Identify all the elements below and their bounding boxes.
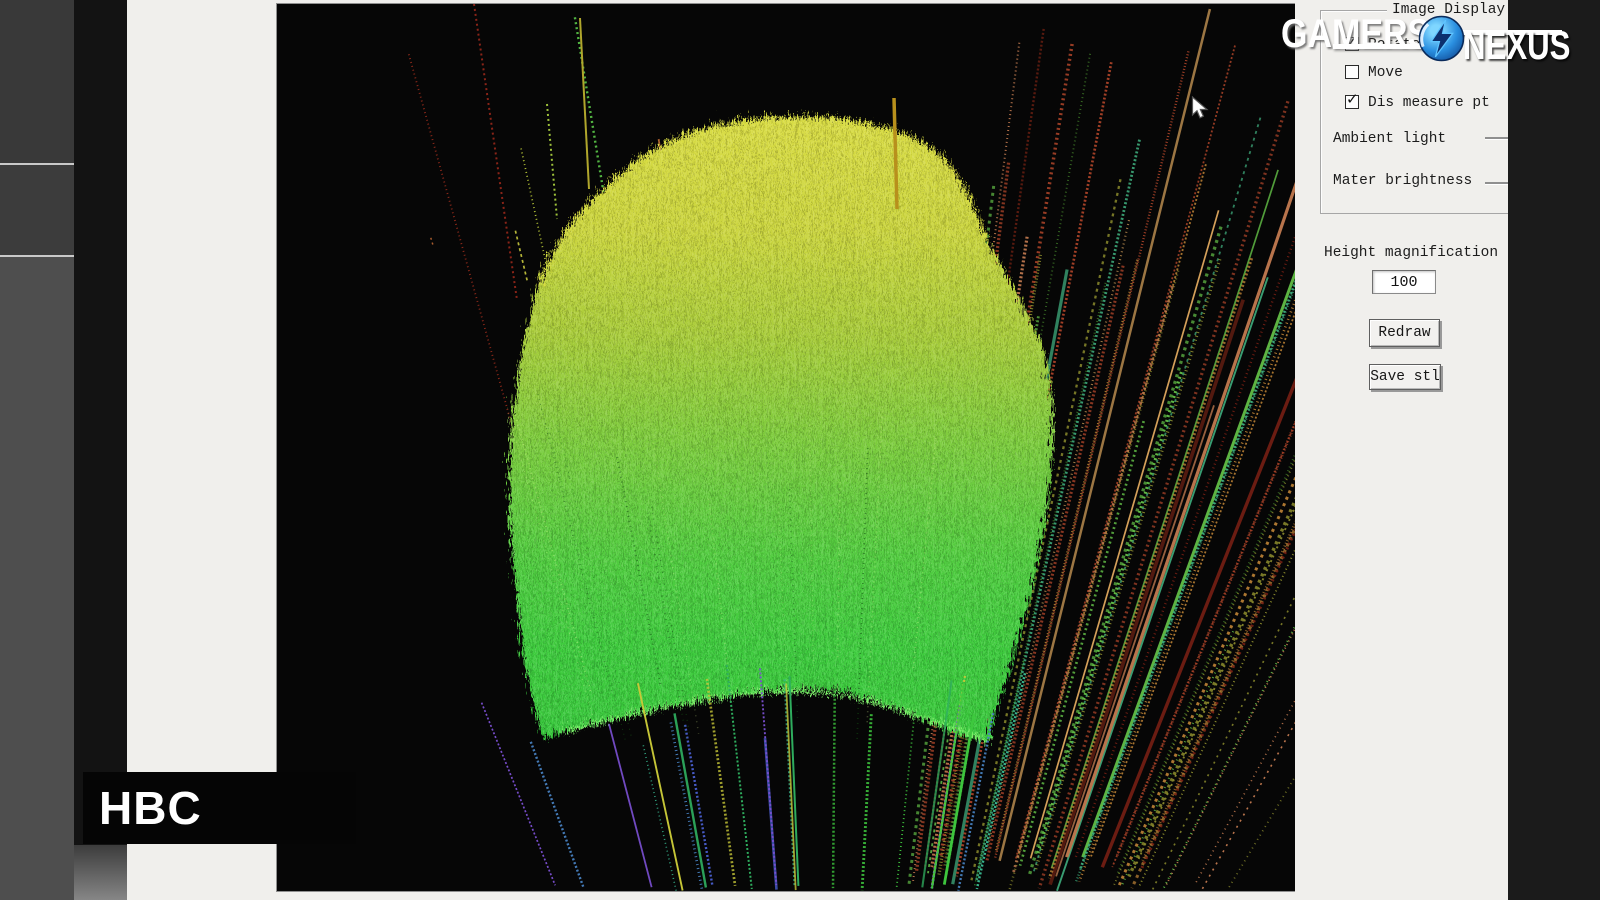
desktop-strip-fade — [74, 845, 127, 900]
desktop-left-section — [0, 0, 74, 163]
noise-spike — [547, 104, 557, 219]
groupbox-title: Image Display — [1387, 2, 1510, 18]
desktop-left-section — [0, 165, 74, 255]
move-checkbox[interactable] — [1345, 65, 1359, 79]
desktop-right-strip — [1508, 0, 1600, 900]
desktop-divider — [0, 255, 74, 257]
lower-third-badge: HBC — [83, 772, 356, 844]
desktop-left-column — [0, 0, 74, 900]
rotate-checkbox-label: Rotate — [1368, 37, 1420, 53]
redraw-button[interactable]: Redraw — [1369, 319, 1440, 347]
checkbox-check-icon: ✓ — [1346, 92, 1359, 107]
noise-spike — [474, 4, 517, 300]
save-stl-button[interactable]: Save stl — [1369, 364, 1441, 390]
dome-group — [505, 114, 1049, 739]
dis-measure-pt-checkbox-label: Dis measure pt — [1368, 95, 1490, 111]
screen: Image Display ✓ Rotate Move ✓ Dis measur… — [0, 0, 1600, 900]
viz-svg — [277, 4, 1295, 891]
measurement-app-window: Image Display ✓ Rotate Move ✓ Dis measur… — [127, 0, 1508, 900]
height-magnification-input[interactable] — [1372, 270, 1436, 294]
3d-viewport[interactable] — [276, 3, 1296, 892]
height-magnification-label: Height magnification — [1324, 245, 1498, 261]
checkbox-check-icon: ✓ — [1346, 34, 1359, 49]
noise-spike — [580, 18, 589, 189]
rotate-checkbox[interactable]: ✓ — [1345, 37, 1359, 51]
desktop-dark-strip — [74, 0, 127, 900]
ambient-light-label: Ambient light — [1333, 131, 1446, 147]
move-checkbox-label: Move — [1368, 65, 1403, 81]
badge-label: HBC — [83, 781, 202, 835]
dis-measure-pt-checkbox[interactable]: ✓ — [1345, 95, 1359, 109]
mater-brightness-label: Mater brightness — [1333, 173, 1472, 189]
